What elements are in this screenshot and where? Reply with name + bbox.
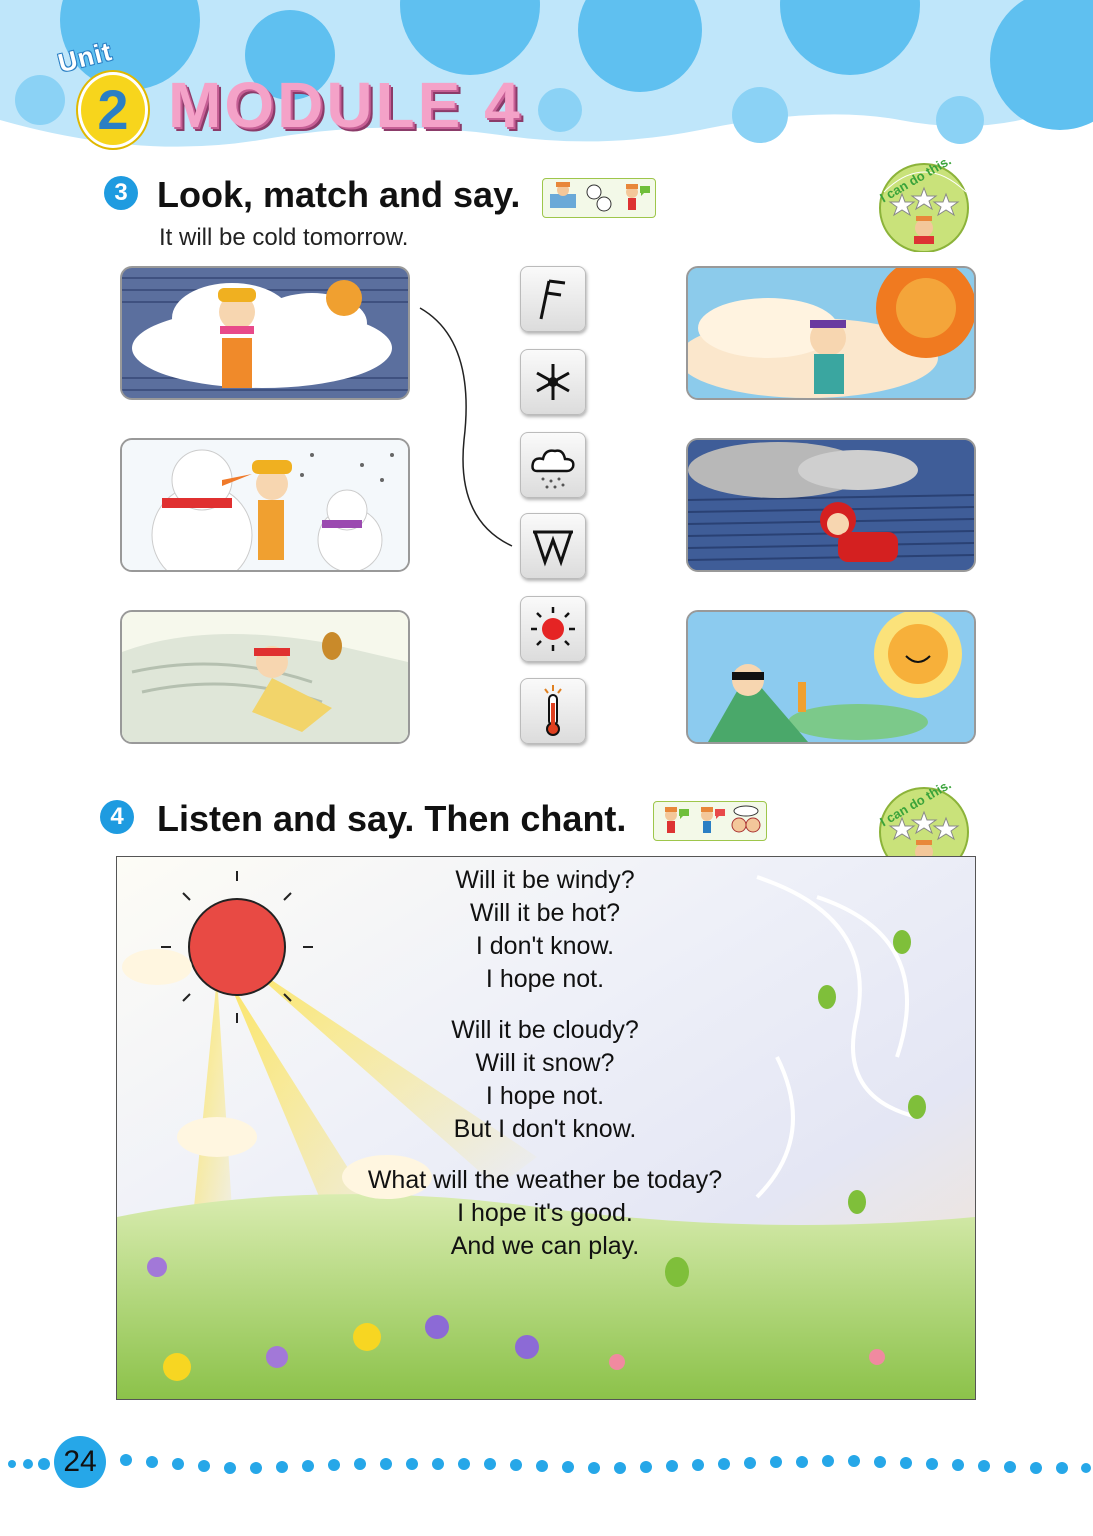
chant-line: I don't know. [475,932,615,960]
symbol-card-windy[interactable] [520,266,586,332]
stars-badge-icon: I can do this. [877,153,969,253]
symbol-card-sunny[interactable] [520,596,586,662]
windy-man-illustration [122,612,408,742]
chant-line: Will it be windy? [455,866,635,894]
chant-line: Will it snow? [475,1049,615,1077]
windy-symbol-icon [539,279,566,320]
symbol-card-wind[interactable] [520,513,586,579]
rain-cloud-icon [531,449,575,489]
chant-line: What will the weather be today? [367,1166,723,1194]
chant-line: Will it be hot? [469,899,621,927]
snowman-girl-picture[interactable] [120,438,410,572]
windy-man-picture[interactable] [120,610,410,744]
snowman-girl-illustration [122,440,408,570]
cold-girl-picture[interactable] [120,266,410,400]
read-icon [550,182,576,208]
symbol-card-snow[interactable] [520,349,586,415]
symbol-card-rain[interactable] [520,432,586,498]
chant-line: And we can play. [450,1232,640,1260]
section-3-task-icons [542,178,656,218]
section-4-task-icons [653,801,767,841]
section-4-title: Listen and say. Then chant. [157,798,627,839]
header-bubble-banner [0,0,1093,147]
sun-icon [531,607,575,651]
module-title: MODULE 4 [168,69,523,141]
hot-sun-boy-picture[interactable] [686,266,976,400]
section-3-title: Look, match and say. [157,174,521,215]
chant-line: Will it be cloudy? [451,1016,639,1044]
say-icon [701,807,725,833]
section-3-number: 3 [104,176,138,210]
listen-icon [586,184,612,212]
chant-line: I hope not. [485,1082,605,1110]
thermometer-icon [544,685,562,736]
rainy-boy-illustration [688,440,974,570]
rainy-boy-picture[interactable] [686,438,976,572]
can-do-badge: I can do this. [874,152,974,253]
hot-sun-boy-illustration [688,268,974,398]
snowflake-icon [536,364,570,400]
chant-line: But I don't know. [453,1115,637,1143]
section-4-number: 4 [100,800,134,834]
section-3-subtitle: It will be cold tomorrow. [159,224,409,251]
speak-icon [665,807,689,833]
sunny-beach-boy-illustration [688,612,974,742]
page-number: 24 [54,1436,106,1488]
cold-girl-illustration [122,277,408,391]
symbol-card-hot[interactable] [520,678,586,744]
sunny-beach-boy-picture[interactable] [686,610,976,744]
chant-icon [731,805,761,833]
speak-icon [626,184,650,210]
unit-number: 2 [78,72,148,148]
chant-line: I hope it's good. [457,1199,633,1227]
match-line [419,307,513,547]
chant-line: I hope not. [485,965,605,993]
wind-symbol-icon [533,530,573,567]
footer-dots [8,1454,1091,1474]
